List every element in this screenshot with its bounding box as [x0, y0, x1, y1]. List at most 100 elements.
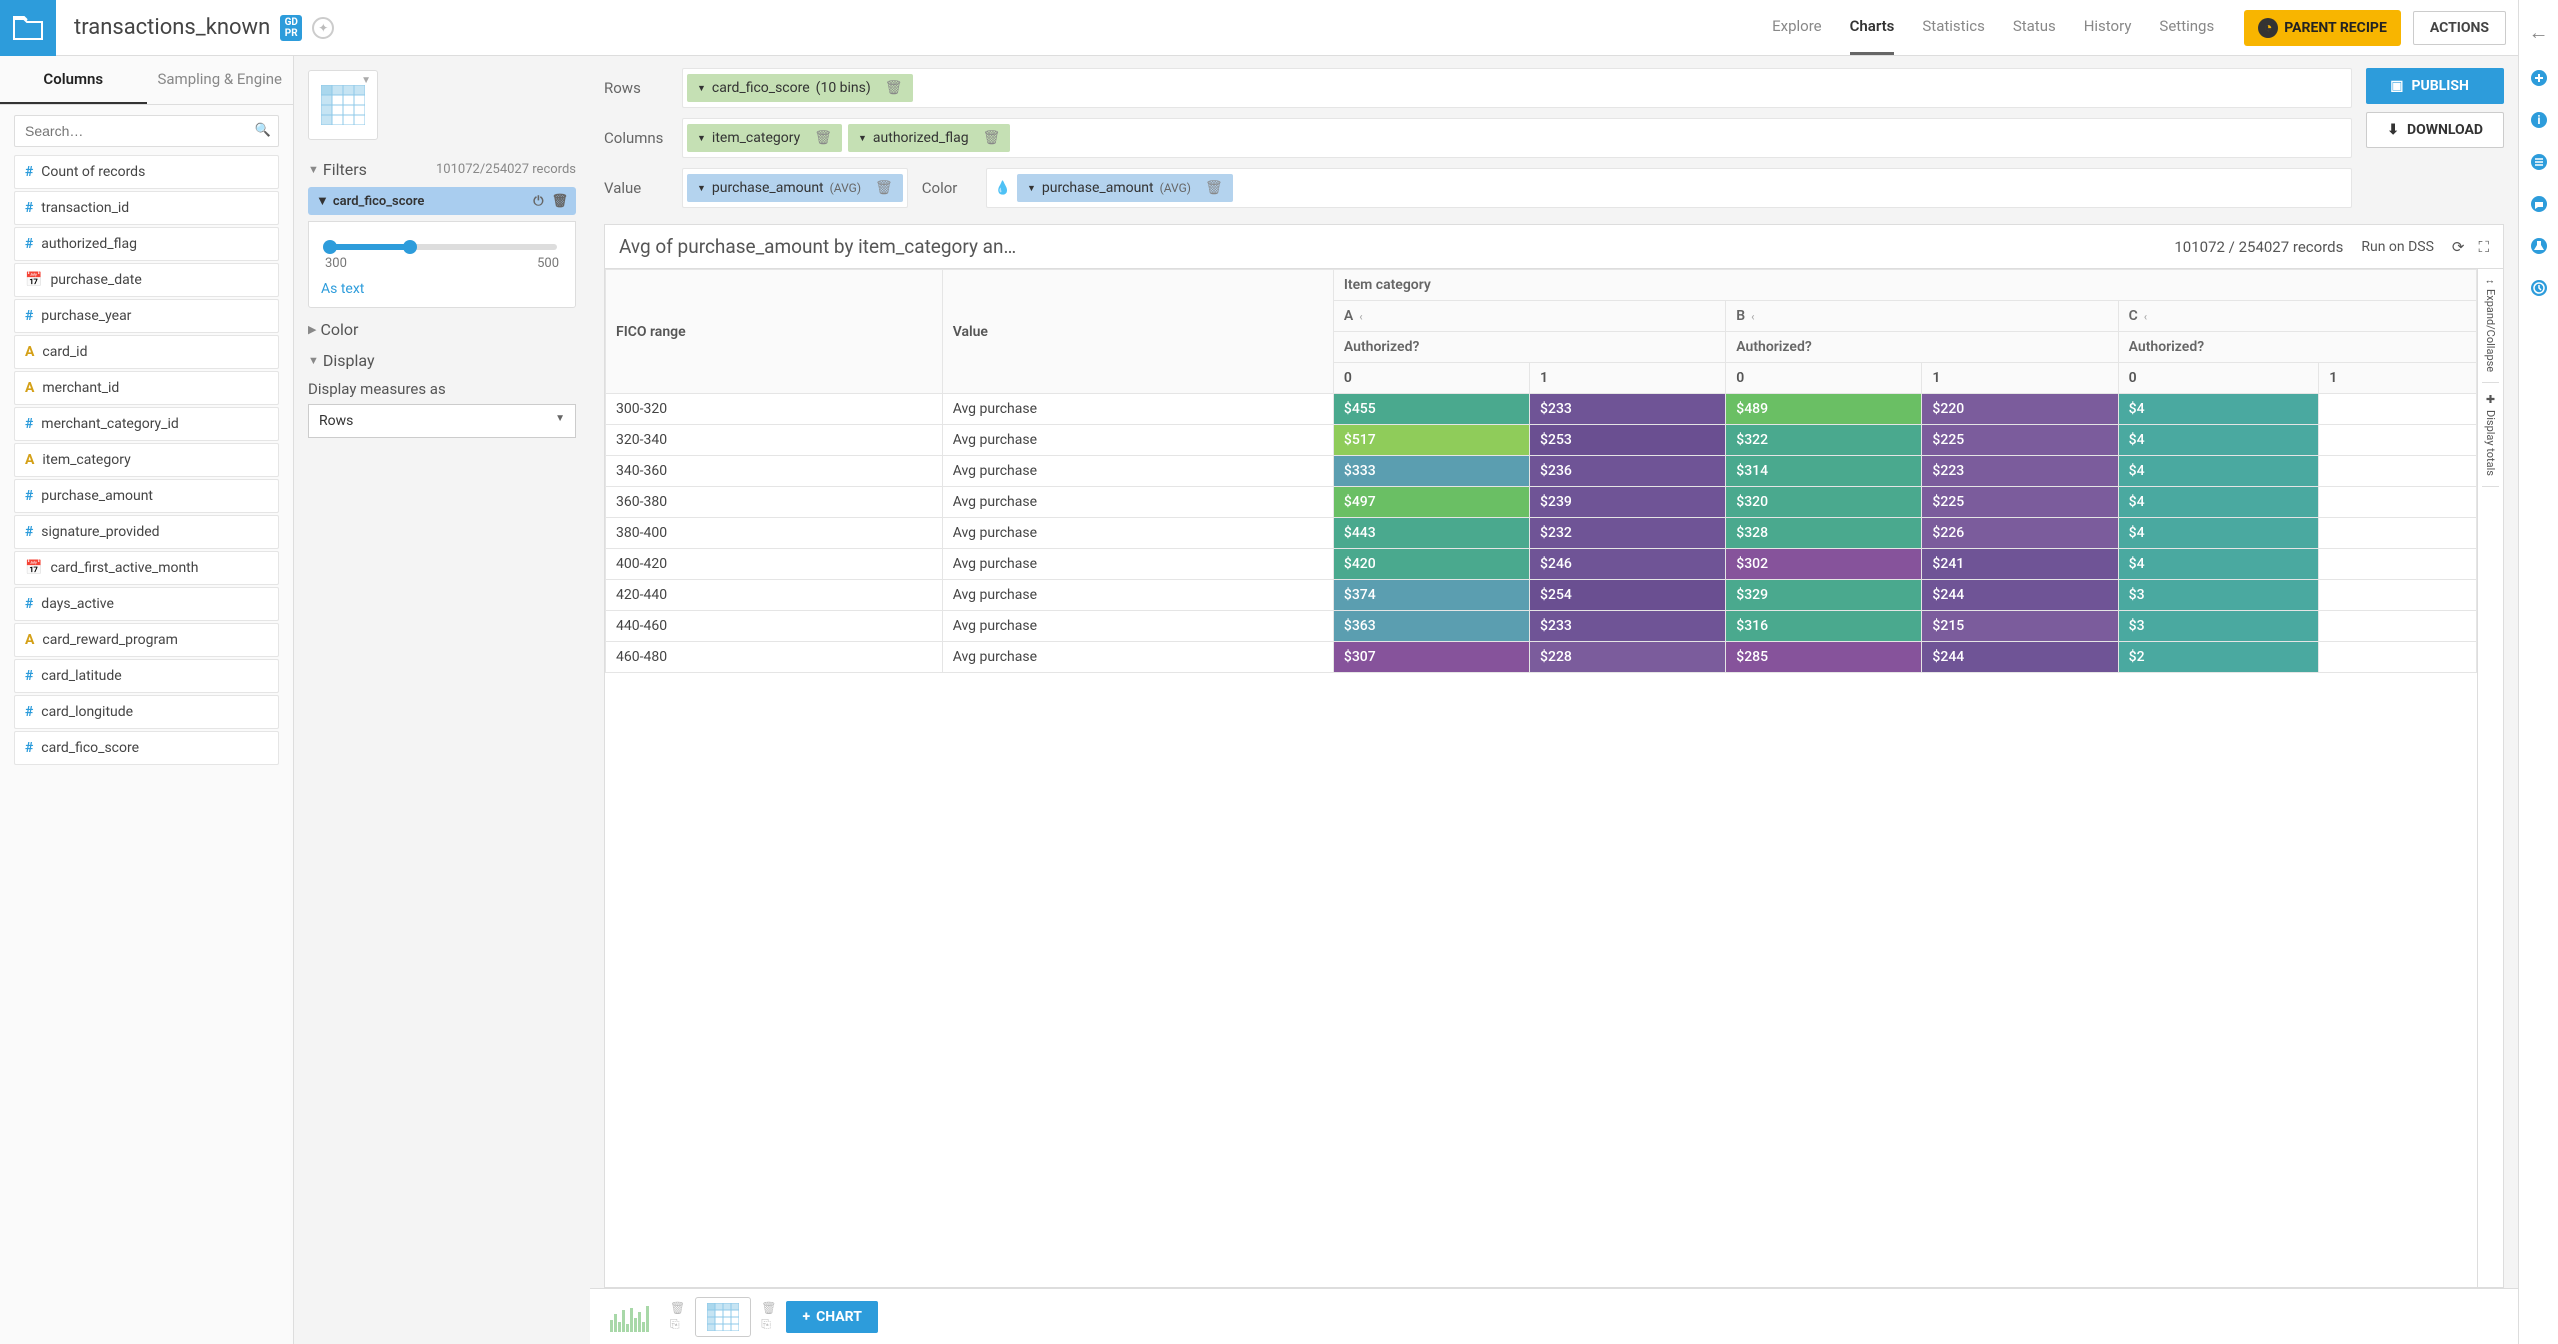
sidebar-tab[interactable]: Columns — [0, 56, 147, 104]
arrow-left-icon[interactable]: ← — [2529, 20, 2549, 45]
refresh-icon[interactable]: ⟳ — [2452, 238, 2465, 256]
chart-thumb-bars[interactable] — [604, 1297, 660, 1337]
column-item[interactable]: 📅purchase_date — [14, 263, 279, 297]
range-slider[interactable] — [327, 244, 557, 250]
type-icon: # — [25, 488, 33, 504]
header-tab-explore[interactable]: Explore — [1772, 0, 1822, 55]
chart-area: Rows ▼card_fico_score(10 bins)🗑 Columns … — [590, 56, 2518, 1344]
expand-collapse-control[interactable]: ↕Expand/Collapse — [2482, 269, 2499, 383]
header-tab-settings[interactable]: Settings — [2159, 0, 2214, 55]
caret-down-icon: ▼ — [697, 133, 706, 144]
plus-icon: + — [802, 1309, 810, 1325]
column-item[interactable]: #purchase_amount — [14, 479, 279, 513]
plus-circle-icon[interactable] — [2530, 69, 2548, 87]
column-item[interactable]: #authorized_flag — [14, 227, 279, 261]
power-icon[interactable]: ⏻ — [533, 194, 543, 209]
header-tab-history[interactable]: History — [2084, 0, 2132, 55]
expand-icon[interactable]: ⛶ — [2478, 238, 2489, 256]
column-item[interactable]: #merchant_category_id — [14, 407, 279, 441]
type-icon: # — [25, 668, 33, 684]
header-tabs: Explore Charts Statistics Status History Sett… — [1772, 0, 2214, 55]
column-item[interactable]: #days_active — [14, 587, 279, 621]
display-measures-select[interactable]: Rows — [308, 404, 576, 438]
type-icon: A — [25, 344, 34, 360]
header-tab-statistics[interactable]: Statistics — [1922, 0, 1984, 55]
type-icon: # — [25, 704, 33, 720]
column-item[interactable]: Acard_reward_program — [14, 623, 279, 657]
trash-icon[interactable]: 🗑 — [551, 194, 568, 209]
column-item[interactable]: Aitem_category — [14, 443, 279, 477]
dataset-title: transactions_known — [74, 15, 270, 40]
filter-record-count: 101072/254027 records — [436, 162, 576, 177]
actions-button[interactable]: ACTIONS — [2413, 11, 2506, 45]
trash-icon[interactable]: 🗑 — [814, 130, 832, 146]
display-totals-control[interactable]: ✚Display totals — [2482, 383, 2499, 487]
column-item[interactable]: 📅card_first_active_month — [14, 551, 279, 585]
trash-icon[interactable]: 🗑 — [875, 180, 893, 196]
trash-icon[interactable]: 🗑 — [1205, 180, 1223, 196]
color-section-header[interactable]: ▶ Color — [308, 320, 576, 339]
column-item[interactable]: #signature_provided — [14, 515, 279, 549]
download-button[interactable]: ⬇ DOWNLOAD — [2366, 112, 2504, 148]
trash-icon[interactable]: 🗑 — [885, 80, 903, 96]
column-item[interactable]: #Count of records — [14, 155, 279, 189]
rows-dropzone[interactable]: ▼card_fico_score(10 bins)🗑 — [682, 68, 2352, 108]
color-dropzone[interactable]: 💧 ▼purchase_amount(AVG)🗑 — [986, 168, 2352, 208]
parent-recipe-button[interactable]: ◔ PARENT RECIPE — [2244, 10, 2401, 46]
chart-thumb-pivot[interactable] — [695, 1297, 751, 1337]
column-item[interactable]: Amerchant_id — [14, 371, 279, 405]
caret-down-icon: ▼ — [308, 163, 319, 176]
sidebar-tab[interactable]: Sampling & Engine — [147, 56, 294, 104]
columns-label: Columns — [604, 129, 668, 147]
trash-icon[interactable]: 🗑 — [670, 1301, 685, 1315]
as-text-link[interactable]: As text — [321, 281, 364, 297]
trash-icon[interactable]: 🗑 — [761, 1301, 776, 1315]
bar-chart-icon — [608, 1300, 656, 1334]
recipe-circle-icon: ◔ — [2258, 18, 2278, 38]
copy-icon[interactable]: ⎘ — [670, 1317, 685, 1332]
header-tab-status[interactable]: Status — [2013, 0, 2056, 55]
clock-circle-icon[interactable] — [2530, 279, 2548, 297]
field-chip[interactable]: ▼authorized_flag🗑 — [848, 124, 1010, 152]
dataset-folder-icon[interactable] — [0, 0, 56, 56]
column-item[interactable]: #purchase_year — [14, 299, 279, 333]
column-item[interactable]: #transaction_id — [14, 191, 279, 225]
filters-section-header[interactable]: ▼ Filters 101072/254027 records — [308, 160, 576, 179]
chart-title: Avg of purchase_amount by item_category … — [619, 235, 2156, 258]
caret-down-icon: ▼ — [1027, 183, 1036, 194]
pivot-table-icon — [707, 1303, 739, 1331]
run-on-label[interactable]: Run on DSS — [2361, 239, 2434, 255]
add-chart-button[interactable]: + CHART — [786, 1301, 877, 1333]
publish-button[interactable]: ▣ PUBLISH — [2366, 68, 2504, 104]
display-measures-label: Display measures as — [308, 380, 576, 398]
compass-icon[interactable]: ✦ — [312, 17, 334, 39]
field-chip[interactable]: ▼item_category🗑 — [687, 124, 842, 152]
copy-icon[interactable]: ⎘ — [761, 1317, 776, 1332]
chevron-down-icon: ▼ — [361, 75, 371, 86]
pivot-table: FICO rangeValueItem categoryA‹B‹C‹Author… — [605, 269, 2477, 673]
column-item[interactable]: #card_longitude — [14, 695, 279, 729]
type-icon: A — [25, 452, 34, 468]
caret-down-icon: ▼ — [316, 193, 329, 209]
trash-icon[interactable]: 🗑 — [983, 130, 1001, 146]
list-circle-icon[interactable] — [2530, 153, 2548, 171]
filter-chip-fico[interactable]: ▼ card_fico_score ⏻ 🗑 — [308, 187, 576, 215]
columns-dropzone[interactable]: ▼item_category🗑▼authorized_flag🗑 — [682, 118, 2352, 158]
chart-type-selector[interactable]: ▼ — [308, 70, 378, 140]
column-item[interactable]: #card_latitude — [14, 659, 279, 693]
column-item[interactable]: Acard_id — [14, 335, 279, 369]
value-dropzone[interactable]: ▼purchase_amount(AVG)🗑 — [682, 168, 908, 208]
gdpr-badge: GD PR — [280, 15, 302, 41]
droplet-icon: 💧 — [995, 181, 1011, 196]
field-chip[interactable]: ▼purchase_amount(AVG)🗑 — [1017, 174, 1233, 202]
info-circle-icon[interactable]: i — [2530, 111, 2548, 129]
chat-circle-icon[interactable] — [2530, 195, 2548, 213]
column-item[interactable]: #card_fico_score — [14, 731, 279, 765]
field-chip[interactable]: ▼purchase_amount(AVG)🗑 — [687, 174, 903, 202]
lab-circle-icon[interactable] — [2530, 237, 2548, 255]
field-chip[interactable]: ▼card_fico_score(10 bins)🗑 — [687, 74, 913, 102]
type-icon: # — [25, 740, 33, 756]
column-search-input[interactable] — [14, 115, 279, 147]
header-tab-charts[interactable]: Charts — [1850, 0, 1895, 55]
display-section-header[interactable]: ▼ Display — [308, 351, 576, 370]
